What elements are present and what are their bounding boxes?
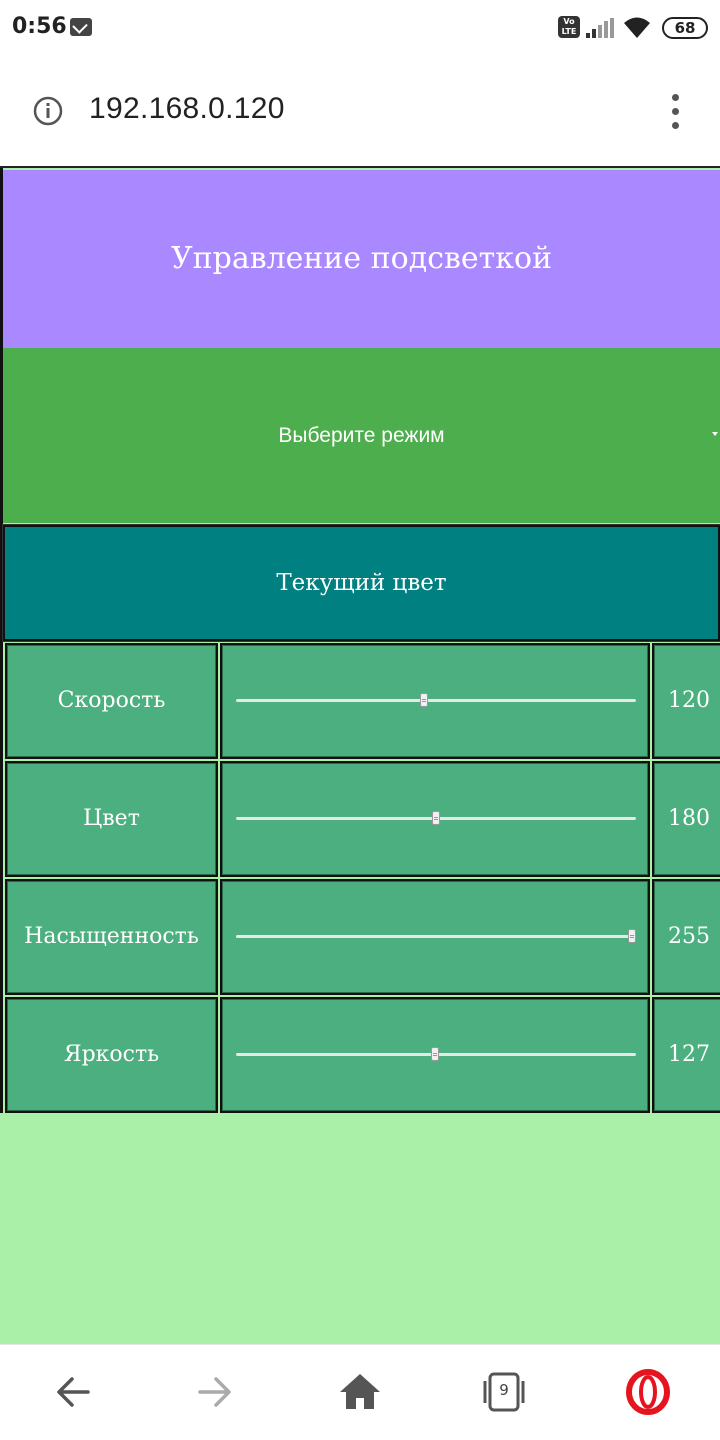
saturation-slider[interactable] xyxy=(236,929,636,943)
slider-label: Скорость xyxy=(5,643,218,759)
signal-icon xyxy=(586,18,614,38)
speed-slider[interactable] xyxy=(236,693,636,707)
slider-cell xyxy=(220,879,650,995)
address-bar: 192.168.0.120 xyxy=(0,56,720,166)
slider-label: Насыщенность xyxy=(5,879,218,995)
color-slider[interactable] xyxy=(236,811,636,825)
slider-row-saturation: Насыщенность 255 xyxy=(3,879,720,997)
volte-icon: Vo LTE xyxy=(558,16,580,38)
battery-icon: 68 xyxy=(662,17,708,39)
opera-logo-icon[interactable] xyxy=(623,1367,673,1417)
page-title: Управление подсветкой xyxy=(3,170,720,348)
slider-thumb[interactable] xyxy=(432,811,440,825)
tabs-button[interactable]: 9 xyxy=(479,1367,529,1417)
slider-thumb[interactable] xyxy=(431,1047,440,1061)
forward-arrow-icon[interactable] xyxy=(190,1367,240,1417)
slider-row-speed: Скорость 120 xyxy=(3,643,720,761)
back-arrow-icon[interactable] xyxy=(48,1367,98,1417)
web-page: Управление подсветкой Выберите режим Тек… xyxy=(0,166,720,1344)
slider-value: 120 xyxy=(652,643,720,759)
slider-label: Яркость xyxy=(5,997,218,1113)
mode-select-label: Выберите режим xyxy=(278,424,445,447)
slider-cell xyxy=(220,761,650,877)
slider-cell xyxy=(220,643,650,759)
url-text[interactable]: 192.168.0.120 xyxy=(89,92,285,126)
bottom-navigation: 9 xyxy=(0,1344,720,1440)
wifi-icon xyxy=(624,17,650,38)
info-icon[interactable] xyxy=(33,96,63,126)
slider-label: Цвет xyxy=(5,761,218,877)
slider-value: 180 xyxy=(652,761,720,877)
slider-row-brightness: Яркость 127 xyxy=(3,997,720,1115)
slider-value: 255 xyxy=(652,879,720,995)
mode-select[interactable]: Выберите режим xyxy=(3,348,720,523)
slider-thumb[interactable] xyxy=(420,693,429,707)
slider-cell xyxy=(220,997,650,1113)
gmail-notification-icon xyxy=(70,18,92,36)
dropdown-caret-icon xyxy=(712,432,718,436)
current-color-box: Текущий цвет xyxy=(2,524,720,642)
clock: 0:56 xyxy=(12,14,67,39)
overflow-menu-icon[interactable] xyxy=(664,92,688,132)
brightness-slider[interactable] xyxy=(236,1047,636,1061)
status-bar: 0:56 Vo LTE 68 xyxy=(0,0,720,56)
home-icon[interactable] xyxy=(335,1367,385,1417)
slider-value: 127 xyxy=(652,997,720,1113)
tab-count: 9 xyxy=(499,1381,509,1399)
slider-thumb[interactable] xyxy=(628,929,636,943)
slider-row-color: Цвет 180 xyxy=(3,761,720,879)
